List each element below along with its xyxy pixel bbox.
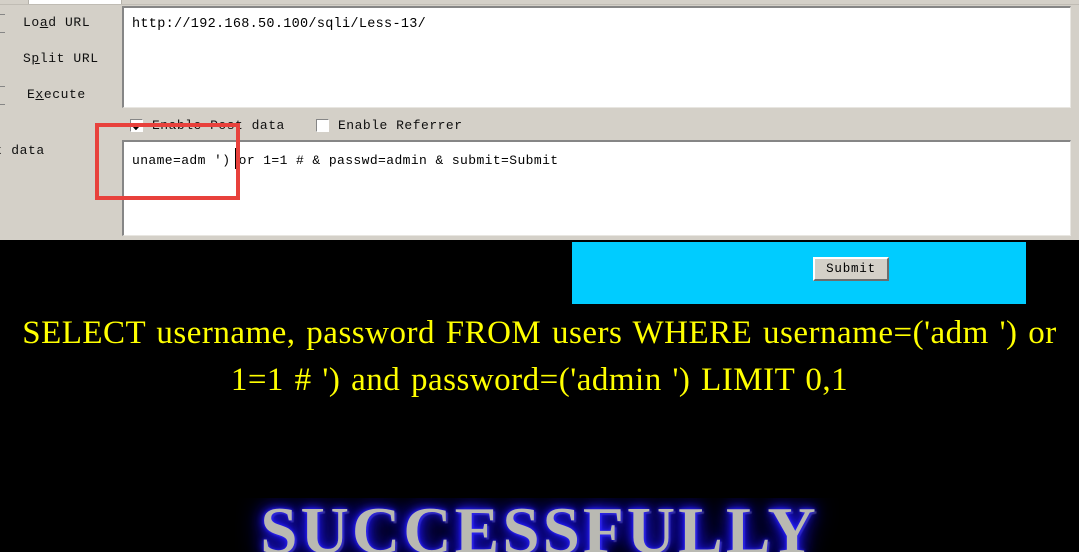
execute-label: Execute [27, 87, 86, 102]
hackbar-panel: Load URL Split URL Execute st data http:… [0, 0, 1079, 241]
enable-referrer-label: Enable Referrer [338, 118, 463, 133]
screenshot-root: Load URL Split URL Execute st data http:… [0, 0, 1079, 552]
success-banner: SUCCESSFULLY [0, 498, 1079, 552]
split-url-button[interactable]: Split URL [23, 51, 99, 66]
sql-query-text: SELECT username, password FROM users WHE… [22, 315, 1057, 398]
checkbox-unchecked-icon [315, 118, 330, 133]
execute-button[interactable]: Execute [27, 87, 86, 102]
post-data-side-label: st data [0, 143, 45, 158]
split-url-label: Split URL [23, 51, 99, 66]
toolbar-button-stub-1[interactable] [0, 14, 5, 33]
enable-referrer-checkbox[interactable]: Enable Referrer [315, 118, 463, 133]
panel-top-divider [0, 4, 1079, 5]
load-url-button[interactable]: Load URL [23, 15, 90, 30]
sql-query-output: SELECT username, password FROM users WHE… [0, 310, 1079, 404]
url-input-value: http://192.168.50.100/sqli/Less-13/ [132, 17, 427, 32]
submit-button[interactable]: Submit [813, 257, 889, 281]
login-form-banner: Submit [572, 242, 1026, 304]
load-url-label: Load URL [23, 15, 91, 30]
browser-page-content: Submit SELECT username, password FROM us… [0, 240, 1079, 552]
post-data-input[interactable]: uname=adm ') or 1=1 # & passwd=admin & s… [122, 140, 1071, 236]
annotation-rectangle [95, 123, 240, 200]
url-input[interactable]: http://192.168.50.100/sqli/Less-13/ [122, 6, 1071, 108]
success-text: SUCCESSFULLY [260, 498, 819, 552]
toolbar-button-stub-2[interactable] [0, 86, 5, 105]
